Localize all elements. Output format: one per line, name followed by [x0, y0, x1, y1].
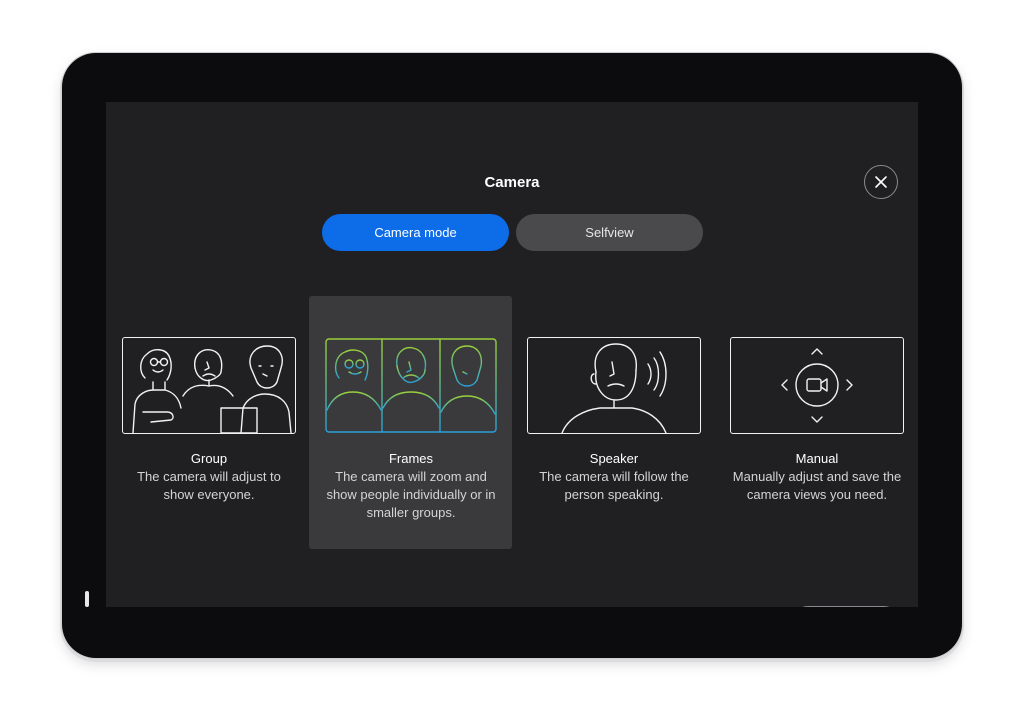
mode-group-description: The camera will adjust to show everyone. — [137, 469, 281, 502]
tab-camera-mode[interactable]: Camera mode — [322, 214, 509, 251]
touch-panel-device: Camera Camera mode Selfview Group The ca… — [62, 53, 962, 658]
status-led — [85, 591, 89, 607]
mode-manual[interactable]: Manual Manually adjust and save the came… — [730, 337, 904, 504]
mode-group[interactable]: Group The camera will adjust to show eve… — [122, 337, 296, 504]
dialog-title: Camera — [484, 174, 540, 191]
group-illustration — [122, 337, 296, 434]
mode-frames-description: The camera will zoom and show people ind… — [326, 469, 496, 520]
manual-illustration — [730, 337, 904, 434]
mode-speaker-label: Speaker — [589, 451, 639, 466]
mode-speaker[interactable]: Speaker The camera will follow the perso… — [527, 337, 701, 504]
mode-manual-description: Manually adjust and save the camera view… — [732, 469, 902, 502]
tab-selfview[interactable]: Selfview — [516, 214, 703, 251]
close-button[interactable] — [864, 165, 898, 199]
mode-group-label: Group — [190, 451, 228, 466]
mode-frames[interactable]: Frames The camera will zoom and show peo… — [324, 337, 498, 522]
frames-illustration — [324, 337, 498, 434]
close-icon — [875, 176, 887, 188]
volume-control — [790, 606, 902, 607]
mode-manual-label: Manual — [795, 451, 839, 466]
speaker-illustration — [527, 337, 701, 434]
camera-dialog: Camera Camera mode Selfview Group The ca… — [106, 102, 918, 607]
mode-speaker-description: The camera will follow the person speaki… — [539, 469, 689, 502]
mode-frames-label: Frames — [388, 451, 434, 466]
